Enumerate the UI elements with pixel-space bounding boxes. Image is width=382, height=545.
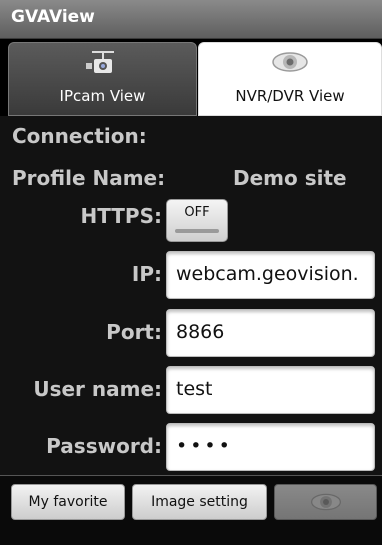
app-title: GVAView <box>11 7 95 27</box>
profile-name-value: Demo site <box>233 166 347 190</box>
view-tabs: IPcam View NVR/DVR View <box>8 42 382 116</box>
tab-ipcam-label: IPcam View <box>59 87 146 105</box>
https-toggle-indicator <box>175 229 219 233</box>
tab-ipcam-view[interactable]: IPcam View <box>8 42 197 116</box>
username-value: test <box>176 378 213 400</box>
profile-name-label: Profile Name: <box>12 166 166 190</box>
https-toggle-state: OFF <box>184 205 210 220</box>
camera-icon <box>85 49 120 83</box>
tab-nvr-label: NVR/DVR View <box>235 87 345 105</box>
connection-form: Connection: Profile Name: Demo site HTTP… <box>0 116 382 475</box>
title-bar: GVAView <box>0 0 382 39</box>
eye-icon <box>270 49 310 79</box>
ip-label: IP: <box>131 262 162 286</box>
tab-nvr-dvr-view[interactable]: NVR/DVR View <box>198 42 382 116</box>
eye-icon <box>309 491 343 526</box>
username-field[interactable]: test <box>166 366 375 414</box>
https-label: HTTPS: <box>80 204 162 228</box>
password-label: Password: <box>46 434 162 458</box>
password-field[interactable]: •••• <box>166 423 375 471</box>
ip-value: webcam.geovision. <box>176 263 359 285</box>
port-value: 8866 <box>176 321 225 343</box>
bottom-action-bar: My favorite Image setting <box>0 475 382 545</box>
port-label: Port: <box>106 320 162 344</box>
connection-heading: Connection: <box>12 124 147 148</box>
https-toggle[interactable]: OFF <box>166 199 228 242</box>
port-field[interactable]: 8866 <box>166 309 375 357</box>
username-label: User name: <box>33 377 162 401</box>
password-value: •••• <box>176 435 233 457</box>
ip-field[interactable]: webcam.geovision. <box>166 251 375 299</box>
my-favorite-button[interactable]: My favorite <box>11 484 125 520</box>
image-setting-button[interactable]: Image setting <box>132 484 267 520</box>
view-button[interactable] <box>274 484 377 520</box>
